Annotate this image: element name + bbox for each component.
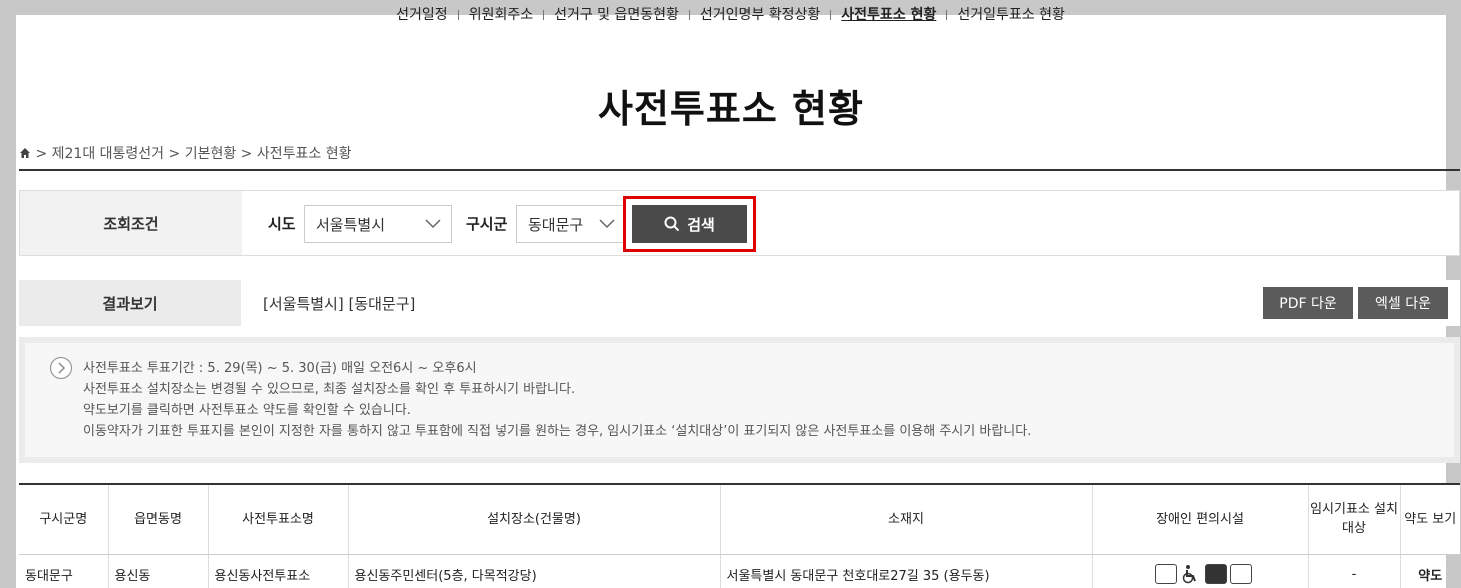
col-header-map: 약도 보기 — [1400, 483, 1460, 555]
cell-station-name: 용신동사전투표소 — [208, 554, 349, 588]
search-button-highlight — [623, 196, 756, 252]
sigungu-label: 구시군 — [466, 215, 508, 233]
cell-address: 서울특별시 동대문구 천호대로27길 35 (용두동) — [720, 554, 1093, 588]
search-condition-label: 조회조건 — [20, 191, 242, 255]
col-header-sigungu: 구시군명 — [19, 483, 109, 555]
chevron-down-icon — [599, 219, 615, 229]
table-header-row: 구시군명 읍면동명 사전투표소명 설치장소(건물명) 소재지 장애인 편의시설 … — [19, 483, 1460, 555]
circle-chevron-right-icon — [49, 356, 73, 380]
table-row: 동대문구 용신동 용신동사전투표소 용신동주민센터(5층, 다목적강당) 서울특… — [19, 554, 1460, 588]
topnav-voter-list[interactable]: 선거인명부 확정상황 — [690, 4, 830, 24]
braille-icon — [1204, 564, 1227, 585]
notice-line: 사전투표소 설치장소는 변경될 수 있으므로, 최종 설치장소를 확인 후 투표… — [83, 382, 576, 397]
breadcrumb: > 제21대 대통령선거 > 기본현황 > 사전투표소 현황 — [19, 143, 351, 163]
home-icon[interactable] — [19, 147, 31, 159]
topnav-districts[interactable]: 선거구 및 읍면동현황 — [544, 4, 689, 24]
col-header-dong: 읍면동명 — [108, 483, 209, 555]
col-header-place: 설치장소(건물명) — [348, 483, 721, 555]
col-header-facilities: 장애인 편의시설 — [1092, 483, 1309, 555]
result-bar: 결과보기 [서울특별시] [동대문구] PDF 다운 엑셀 다운 — [19, 280, 1460, 326]
top-navigation: 선거일정 위원회주소 선거구 및 읍면동현황 선거인명부 확정상황 사전투표소 현황 선거… — [0, 4, 1461, 24]
polling-station-table: 구시군명 읍면동명 사전투표소명 설치장소(건물명) 소재지 장애인 편의시설 … — [19, 483, 1460, 588]
notice-box: 사전투표소 투표기간 : 5. 29(목) ~ 5. 30(금) 매일 오전6시… — [19, 337, 1460, 463]
cell-dong: 용신동 — [108, 554, 209, 588]
page-title: 사전투표소 현황 — [598, 87, 864, 131]
notice-lines: 사전투표소 투표기간 : 5. 29(목) ~ 5. 30(금) 매일 오전6시… — [83, 358, 1031, 442]
notice-line: 약도보기를 클릭하면 사전투표소 약도를 확인할 수 있습니다. — [83, 403, 411, 418]
cell-place: 용신동주민센터(5층, 다목적강당) — [348, 554, 721, 588]
breadcrumb-divider — [19, 169, 1460, 171]
sigungu-select-value: 동대문구 — [528, 215, 584, 234]
cell-sigungu: 동대문구 — [19, 554, 109, 588]
sido-select[interactable]: 서울특별시 — [304, 205, 452, 243]
notice-line: 사전투표소 투표기간 : 5. 29(목) ~ 5. 30(금) 매일 오전6시… — [83, 361, 477, 376]
cell-facilities — [1092, 554, 1309, 588]
chevron-down-icon — [425, 219, 441, 229]
elevator-icon — [1154, 564, 1177, 585]
topnav-election-day-voting[interactable]: 선거일투표소 현황 — [947, 4, 1075, 24]
col-header-temp-booth: 임시기표소 설치대상 — [1308, 483, 1401, 555]
cell-temp-booth: - — [1308, 554, 1401, 588]
col-header-station-name: 사전투표소명 — [208, 483, 349, 555]
sido-select-value: 서울특별시 — [316, 215, 386, 234]
notice-line: 이동약자가 기표한 투표지를 본인이 지정한 자를 통하지 않고 투표함에 직접… — [83, 424, 1032, 439]
breadcrumb-path: > 제21대 대통령선거 > 기본현황 > 사전투표소 현황 — [35, 146, 352, 162]
sido-label: 시도 — [268, 215, 296, 233]
wheelchair-icon — [1179, 564, 1202, 585]
map-link[interactable]: 약도 — [1400, 554, 1460, 588]
topnav-committee-address[interactable]: 위원회주소 — [459, 4, 543, 24]
sigungu-select[interactable]: 동대문구 — [516, 205, 626, 243]
notice-inner: 사전투표소 투표기간 : 5. 29(목) ~ 5. 30(금) 매일 오전6시… — [25, 343, 1454, 457]
result-label: 결과보기 — [19, 280, 241, 326]
col-header-address: 소재지 — [720, 483, 1093, 555]
topnav-schedule[interactable]: 선거일정 — [386, 4, 458, 24]
accessible-toilet-icon — [1229, 564, 1252, 585]
excel-download-button[interactable]: 엑셀 다운 — [1358, 287, 1448, 319]
pdf-download-button[interactable]: PDF 다운 — [1263, 287, 1353, 319]
result-value: [서울특별시] [동대문구] — [263, 295, 416, 313]
topnav-early-voting[interactable]: 사전투표소 현황 — [831, 4, 946, 24]
